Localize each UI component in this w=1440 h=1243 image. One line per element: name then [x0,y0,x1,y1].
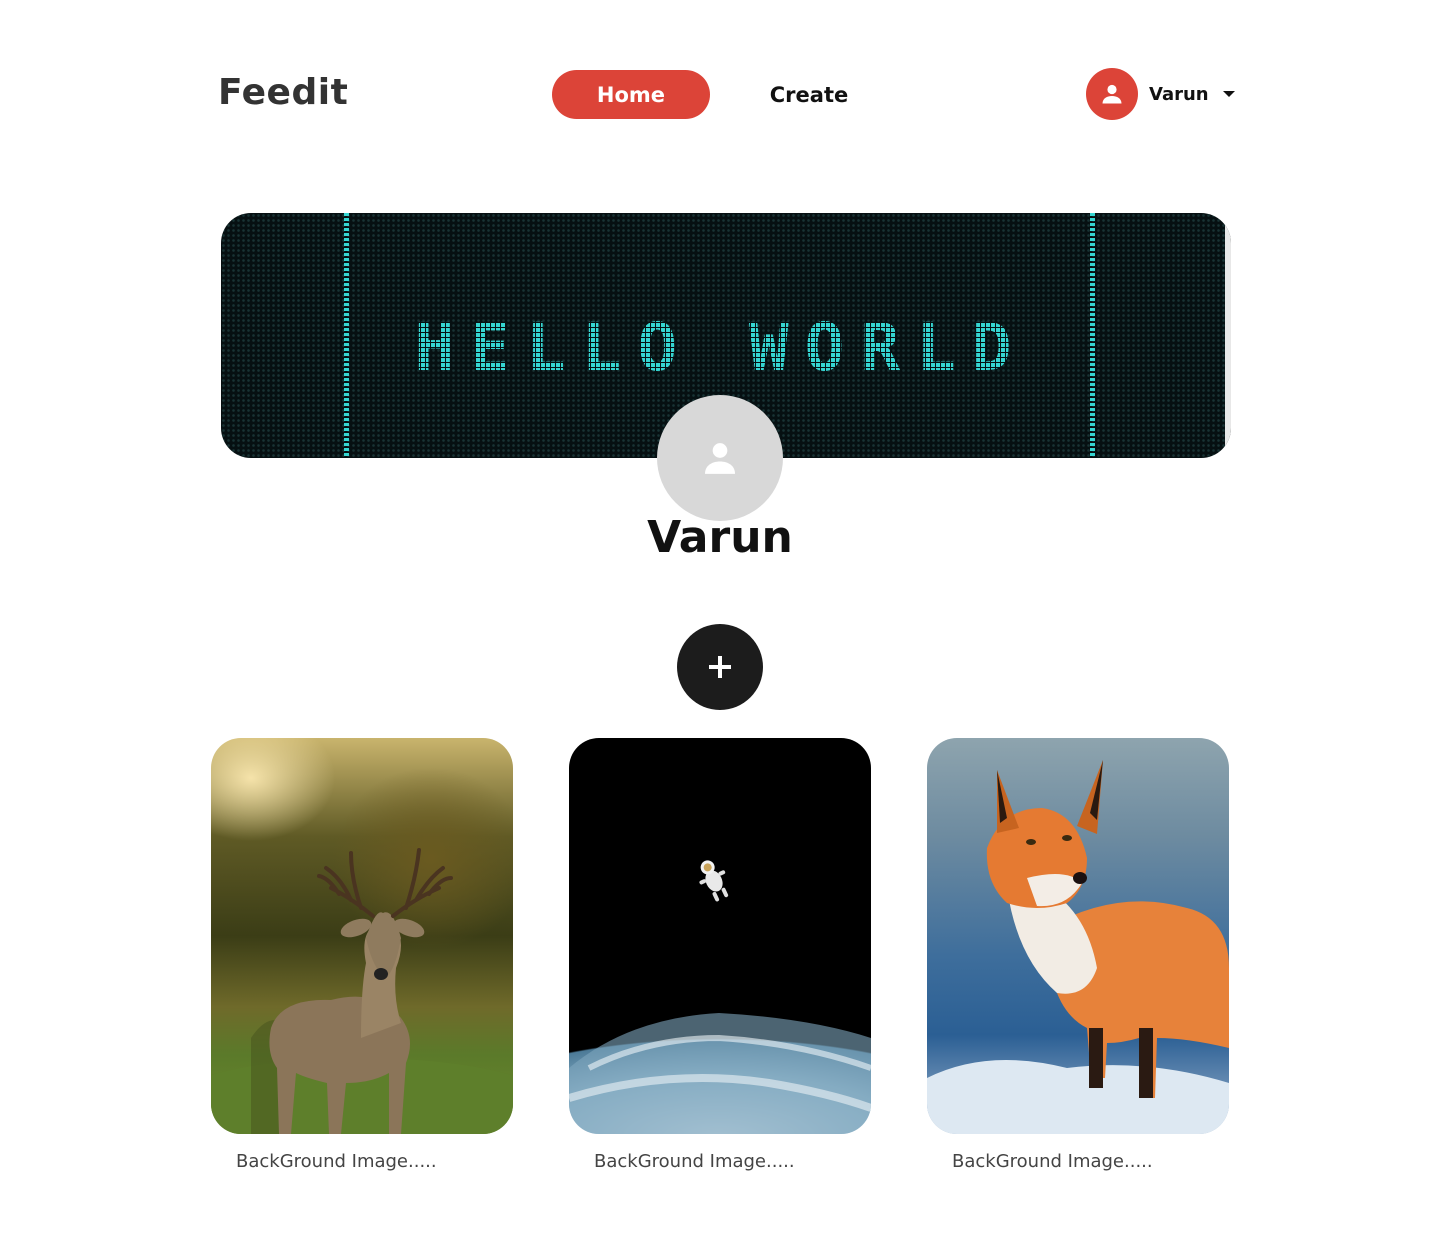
post-card[interactable]: BackGround Image..... [927,738,1229,1172]
add-post-button[interactable] [677,624,763,710]
post-image-astronaut[interactable] [569,738,871,1134]
profile-name: Varun [647,512,793,563]
plus-icon [709,656,731,678]
post-image-fox[interactable] [927,738,1229,1134]
nav-create-button[interactable]: Create [740,70,878,119]
user-name[interactable]: Varun [1149,84,1209,105]
post-card[interactable]: BackGround Image..... [569,738,871,1172]
profile-avatar[interactable] [657,395,783,521]
astronaut-icon [699,860,729,902]
post-caption: BackGround Image..... [236,1151,437,1172]
post-caption: BackGround Image..... [594,1151,795,1172]
post-caption: BackGround Image..... [952,1151,1153,1172]
post-card[interactable]: BackGround Image..... [211,738,513,1172]
nav-home-button[interactable]: Home [552,70,710,119]
chevron-down-icon[interactable] [1222,91,1235,97]
top-navbar: Feedit Home Create Varun [0,0,1440,190]
user-icon[interactable] [1086,68,1138,120]
banner-text: HELLO WORLD [414,309,1027,386]
post-image-deer[interactable] [211,738,513,1134]
user-menu[interactable]: Varun [1086,68,1235,120]
user-icon [705,443,735,474]
banner-edge [1225,213,1231,458]
app-logo[interactable]: Feedit [218,72,348,113]
